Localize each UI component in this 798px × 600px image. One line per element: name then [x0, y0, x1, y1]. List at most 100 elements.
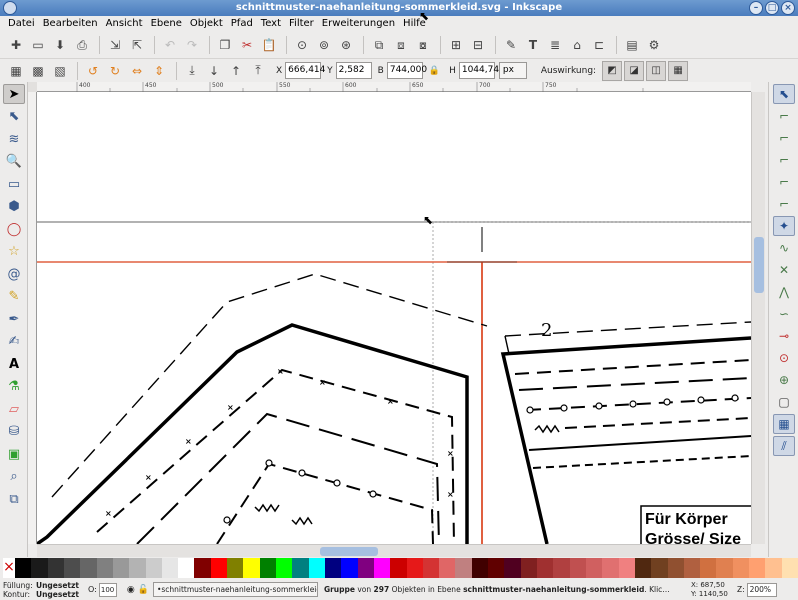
fill-stroke-icon[interactable]: ✎ [501, 35, 521, 55]
stroke-value[interactable]: Ungesetzt [36, 590, 82, 599]
lower-to-bottom-icon[interactable]: ⤓ [182, 61, 202, 81]
menu-pfad[interactable]: Pfad [227, 16, 257, 32]
zoom-selection-icon[interactable]: ⊙ [292, 35, 312, 55]
color-swatch[interactable] [585, 558, 603, 578]
connector-tool-icon[interactable]: ⧉ [3, 489, 25, 509]
fill-value[interactable]: Ungesetzt [36, 581, 82, 590]
color-swatch[interactable] [324, 558, 342, 578]
width-input[interactable]: 744,000 [386, 62, 427, 79]
snap-grid-icon[interactable]: ▦ [773, 414, 795, 434]
color-swatch[interactable] [390, 558, 407, 578]
color-swatch[interactable] [259, 558, 276, 578]
color-swatch[interactable] [276, 558, 293, 578]
color-swatch[interactable] [781, 558, 798, 578]
vertical-ruler[interactable] [28, 92, 37, 544]
vertical-scrollbar[interactable] [751, 92, 765, 544]
paint-bucket-tool-icon[interactable]: ⛁ [3, 422, 25, 442]
color-swatch[interactable] [537, 558, 554, 578]
tweak-tool-icon[interactable]: ≋ [3, 129, 25, 149]
menu-text[interactable]: Text [257, 16, 285, 32]
menu-ansicht[interactable]: Ansicht [102, 16, 147, 32]
snap-bbox-center-icon[interactable]: ⌐ [773, 194, 795, 214]
lower-icon[interactable]: ↓ [204, 61, 224, 81]
zoom-input[interactable]: 200% [746, 582, 777, 597]
color-swatch[interactable] [471, 558, 489, 578]
color-swatch[interactable] [406, 558, 423, 578]
drawing-canvas[interactable]: ⬉ × × × × × × × × × 2 Für Körper Grösse/… [37, 92, 751, 544]
ellipse-tool-icon[interactable]: ◯ [3, 219, 25, 239]
zoom-drawing-icon[interactable]: ⊚ [314, 35, 334, 55]
color-swatch[interactable] [194, 558, 211, 578]
scale-handle-icon[interactable]: ⬉ [423, 213, 433, 227]
raise-icon[interactable]: ↑ [226, 61, 246, 81]
raise-to-top-icon[interactable]: ⤒ [248, 61, 268, 81]
color-swatch[interactable] [439, 558, 456, 578]
snap-enable-icon[interactable]: ⬉ [773, 84, 795, 104]
horizontal-ruler[interactable]: 400 450 500 550 600 650 700 750 [37, 82, 751, 92]
align-distribute-icon[interactable]: ⊏ [589, 35, 609, 55]
color-swatch[interactable] [765, 558, 782, 578]
deselect-icon[interactable]: ▧ [50, 61, 70, 81]
save-icon[interactable]: ⬇ [50, 35, 70, 55]
export-icon[interactable]: ⇱ [127, 35, 147, 55]
color-swatch[interactable] [749, 558, 766, 578]
menu-bearbeiten[interactable]: Bearbeiten [39, 16, 102, 32]
color-swatch[interactable] [700, 558, 717, 578]
snap-guide-icon[interactable]: ⫽ [773, 436, 795, 456]
color-swatch[interactable] [112, 558, 130, 578]
calligraphy-tool-icon[interactable]: ✍ [3, 332, 25, 352]
group-icon[interactable]: ⊞ [446, 35, 466, 55]
no-paint-swatch[interactable]: × [3, 558, 15, 578]
color-swatch[interactable] [80, 558, 97, 578]
snap-page-border-icon[interactable]: ▢ [773, 392, 795, 412]
height-input[interactable]: 1044,74 [458, 62, 499, 79]
color-swatch[interactable] [602, 558, 619, 578]
horizontal-scrollbar[interactable] [37, 544, 751, 557]
snap-smooth-icon[interactable]: ∽ [773, 304, 795, 324]
color-swatch[interactable] [488, 558, 505, 578]
transform-gradients-icon[interactable]: ◫ [646, 60, 667, 81]
rectangle-tool-icon[interactable]: ▭ [3, 174, 25, 194]
color-swatch[interactable] [569, 558, 586, 578]
text-tool-icon[interactable]: A [3, 354, 25, 374]
snap-intersection-icon[interactable]: ✕ [773, 260, 795, 280]
ungroup-icon[interactable]: ⊟ [468, 35, 488, 55]
dropper-tool-icon[interactable]: ⌕ [3, 467, 25, 487]
redo-icon[interactable]: ↷ [182, 35, 202, 55]
new-document-icon[interactable]: ✚ [6, 35, 26, 55]
color-swatch[interactable] [161, 558, 179, 578]
color-swatch[interactable] [504, 558, 521, 578]
snap-bbox-midpoint-icon[interactable]: ⌐ [773, 172, 795, 192]
color-swatch[interactable] [63, 558, 81, 578]
layers-icon[interactable]: ≣ [545, 35, 565, 55]
select-all-layers-icon[interactable]: ▩ [28, 61, 48, 81]
menu-objekt[interactable]: Objekt [186, 16, 227, 32]
color-swatch[interactable] [243, 558, 260, 578]
color-swatch[interactable] [31, 558, 48, 578]
eraser-tool-icon[interactable]: ▱ [3, 399, 25, 419]
copy-icon[interactable]: ❐ [215, 35, 235, 55]
menu-ebene[interactable]: Ebene [147, 16, 186, 32]
pen-tool-icon[interactable]: ✒ [3, 309, 25, 329]
color-swatch[interactable] [732, 558, 750, 578]
color-swatch[interactable] [341, 558, 358, 578]
color-swatch[interactable] [618, 558, 635, 578]
color-swatch[interactable] [455, 558, 472, 578]
3d-box-tool-icon[interactable]: ⬢ [3, 197, 25, 217]
snap-bbox-edge-icon[interactable]: ⌐ [773, 128, 795, 148]
import-icon[interactable]: ⇲ [105, 35, 125, 55]
color-swatch[interactable] [129, 558, 146, 578]
menu-datei[interactable]: Datei [4, 16, 39, 32]
color-swatch[interactable] [227, 558, 244, 578]
text-font-icon[interactable]: T [523, 35, 543, 55]
lock-icon[interactable]: 🔓 [138, 585, 149, 595]
snap-path-icon[interactable]: ∿ [773, 238, 795, 258]
snap-bbox-corner-icon[interactable]: ⌐ [773, 150, 795, 170]
print-icon[interactable]: ⎙ [72, 35, 92, 55]
unit-select[interactable]: px [498, 62, 527, 79]
close-icon[interactable]: × [781, 1, 795, 15]
star-tool-icon[interactable]: ☆ [3, 242, 25, 262]
minimize-icon[interactable]: – [749, 1, 763, 15]
flip-vertical-icon[interactable]: ⇕ [149, 61, 169, 81]
transform-patterns-icon[interactable]: ▦ [668, 60, 689, 81]
